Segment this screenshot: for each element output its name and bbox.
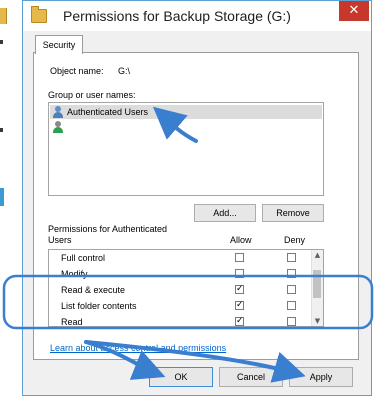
- window-title: Permissions for Backup Storage (G:): [63, 8, 291, 24]
- users-group-icon: [52, 106, 64, 118]
- scroll-down-icon[interactable]: ▼: [312, 316, 323, 326]
- permission-row-full-control: Full control: [49, 250, 309, 266]
- permissions-label-line2: Users: [48, 235, 72, 245]
- desktop-item-fragment: [0, 188, 4, 206]
- folder-icon: [0, 8, 7, 24]
- permissions-dialog: Permissions for Backup Storage (G:) ✕ Se…: [22, 0, 372, 396]
- list-item-label: Authenticated Users: [67, 107, 149, 117]
- permission-row-read-execute: Read & execute ✓: [49, 282, 309, 298]
- group-user-label: Group or user names:: [48, 90, 136, 100]
- deny-checkbox[interactable]: [287, 285, 296, 294]
- learn-access-control-link[interactable]: Learn about access control and permissio…: [50, 343, 226, 353]
- user-list[interactable]: Authenticated Users: [48, 102, 324, 196]
- permission-row-list-folder-contents: List folder contents ✓: [49, 298, 309, 314]
- deny-checkbox[interactable]: [287, 253, 296, 262]
- scroll-up-icon[interactable]: ▲: [312, 250, 323, 260]
- remove-button[interactable]: Remove: [262, 204, 324, 222]
- object-name-label: Object name:: [50, 66, 104, 76]
- desktop-item-fragment: [0, 128, 3, 132]
- ok-button[interactable]: OK: [149, 367, 213, 387]
- permission-name: Read & execute: [61, 285, 126, 295]
- allow-column-header: Allow: [230, 235, 252, 245]
- add-button[interactable]: Add...: [194, 204, 256, 222]
- title-bar[interactable]: Permissions for Backup Storage (G:) ✕: [23, 1, 371, 31]
- permission-row-read: Read ✓: [49, 314, 309, 327]
- allow-checkbox[interactable]: ✓: [235, 301, 244, 310]
- allow-checkbox[interactable]: ✓: [235, 285, 244, 294]
- permission-name: Modify: [61, 269, 88, 279]
- allow-checkbox[interactable]: [235, 269, 244, 278]
- permissions-list[interactable]: Full control Modify Read & execute ✓ Lis…: [48, 249, 324, 327]
- close-button[interactable]: ✕: [339, 1, 369, 21]
- list-item-user[interactable]: [50, 120, 322, 134]
- deny-checkbox[interactable]: [287, 317, 296, 326]
- apply-button[interactable]: Apply: [289, 367, 353, 387]
- permissions-label: Permissions for Authenticated: [48, 224, 168, 234]
- permission-name: Read: [61, 317, 83, 327]
- allow-checkbox[interactable]: [235, 253, 244, 262]
- security-panel: Object name: G:\ Group or user names: Au…: [33, 52, 359, 360]
- permission-name: Full control: [61, 253, 106, 263]
- list-item-authenticated-users[interactable]: Authenticated Users: [50, 105, 322, 119]
- permissions-scrollbar[interactable]: ▲ ▼: [311, 250, 323, 326]
- tab-security[interactable]: Security: [35, 35, 83, 54]
- scrollbar-thumb[interactable]: [313, 270, 321, 298]
- desktop-background: [0, 0, 22, 400]
- user-icon: [52, 121, 64, 133]
- permission-row-modify: Modify: [49, 266, 309, 282]
- allow-checkbox[interactable]: ✓: [235, 317, 244, 326]
- desktop-item-fragment: [0, 40, 3, 44]
- object-name-value: G:\: [118, 66, 131, 76]
- deny-column-header: Deny: [284, 235, 306, 245]
- permission-name: List folder contents: [61, 301, 137, 311]
- deny-checkbox[interactable]: [287, 269, 296, 278]
- cancel-button[interactable]: Cancel: [219, 367, 283, 387]
- deny-checkbox[interactable]: [287, 301, 296, 310]
